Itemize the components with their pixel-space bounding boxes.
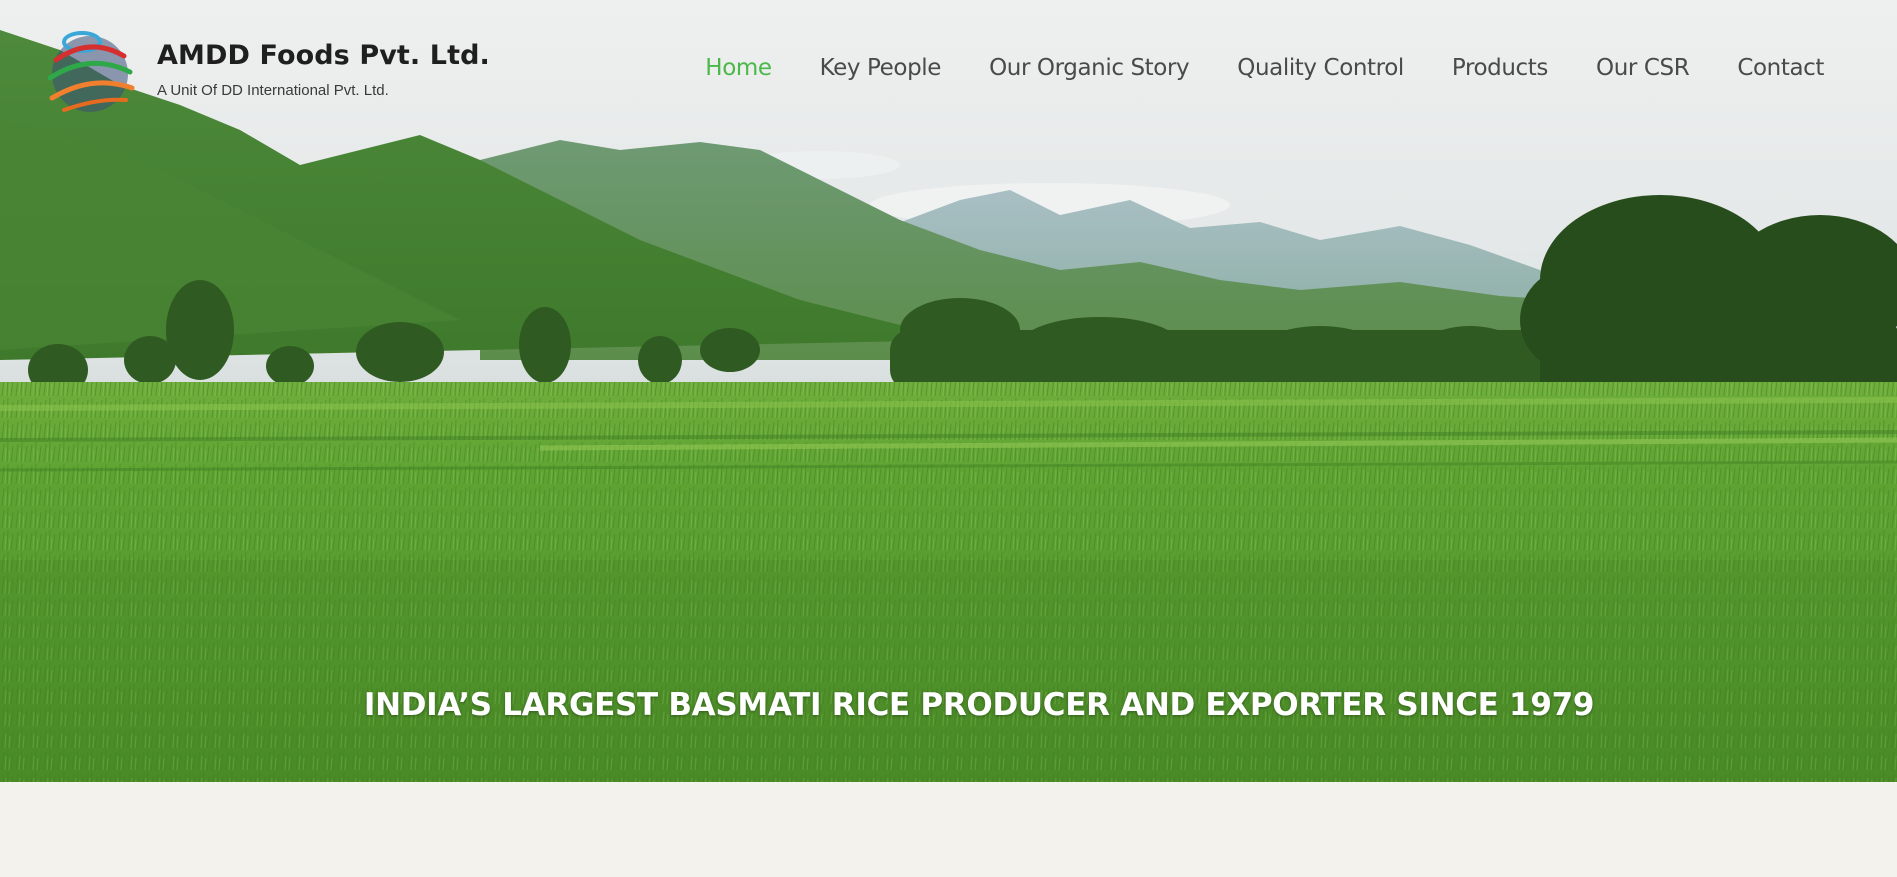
- nav-item-home[interactable]: Home: [705, 55, 772, 81]
- content-section: [0, 782, 1897, 877]
- nav-item-contact[interactable]: Contact: [1737, 55, 1824, 81]
- nav-item-our-organic-story[interactable]: Our Organic Story: [989, 55, 1190, 81]
- site-header: AMDD Foods Pvt. Ltd. A Unit Of DD Intern…: [0, 0, 1897, 120]
- hero-headline: INDIA’S LARGEST BASMATI RICE PRODUCER AN…: [363, 686, 1595, 723]
- page: AMDD Foods Pvt. Ltd. A Unit Of DD Intern…: [0, 0, 1897, 877]
- nav-item-key-people[interactable]: Key People: [820, 55, 942, 81]
- main-navigation: Home Key People Our Organic Story Qualit…: [705, 55, 1824, 81]
- nav-item-quality-control[interactable]: Quality Control: [1237, 55, 1404, 81]
- globe-logo-icon[interactable]: [44, 26, 138, 118]
- nav-item-our-csr[interactable]: Our CSR: [1596, 55, 1690, 81]
- brand-name[interactable]: AMDD Foods Pvt. Ltd.: [157, 40, 490, 71]
- nav-item-products[interactable]: Products: [1452, 55, 1549, 81]
- hero-banner: AMDD Foods Pvt. Ltd. A Unit Of DD Intern…: [0, 0, 1897, 782]
- brand-tagline: A Unit Of DD International Pvt. Ltd.: [157, 82, 389, 99]
